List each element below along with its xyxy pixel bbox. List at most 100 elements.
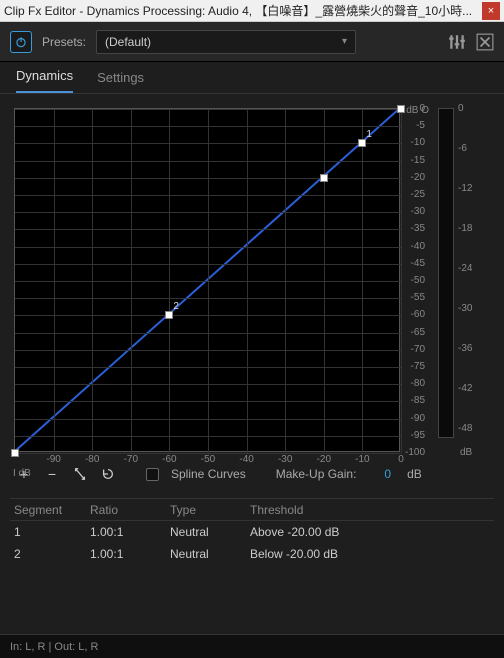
control-point[interactable]: [11, 449, 19, 457]
reset-button[interactable]: [100, 466, 116, 482]
channel-map-button[interactable]: [448, 33, 466, 51]
sliders-icon: [448, 33, 466, 51]
meter-tick-label: -24: [458, 263, 472, 274]
control-point[interactable]: [358, 139, 366, 147]
tab-settings[interactable]: Settings: [97, 70, 144, 93]
grid-line-horizontal: [15, 126, 401, 127]
x-axis-tick-label: -70: [121, 454, 141, 465]
cell-ratio: 1.00:1: [90, 547, 170, 561]
x-axis-tick-label: -80: [82, 454, 102, 465]
meter-track: [438, 108, 454, 438]
grid-line-horizontal: [15, 212, 401, 213]
meter-tick-label: -48: [458, 423, 472, 434]
spline-curves-label: Spline Curves: [171, 467, 246, 481]
effect-toolbar: Presets: (Default) ▾: [0, 22, 504, 62]
y-axis-tick-label: -75: [401, 361, 425, 372]
cell-threshold: Below -20.00 dB: [250, 547, 494, 561]
preset-dropdown[interactable]: (Default) ▾: [96, 30, 356, 54]
grid-line-horizontal: [15, 247, 401, 248]
meter-unit-label: dB: [460, 447, 472, 458]
x-axis-tick-label: -60: [159, 454, 179, 465]
window-title: Clip Fx Editor - Dynamics Processing: Au…: [4, 2, 482, 19]
y-axis-tick-label: -55: [401, 292, 425, 303]
y-axis-tick-label: -25: [401, 189, 425, 200]
y-axis-tick-label: -95: [401, 430, 425, 441]
control-point[interactable]: [397, 105, 405, 113]
meter-tick-label: -42: [458, 383, 472, 394]
control-point-label: 1: [366, 129, 372, 140]
grid-line-horizontal: [15, 350, 401, 351]
grid-line-horizontal: [15, 264, 401, 265]
meter-tick-label: -6: [458, 143, 467, 154]
y-axis-tick-label: -80: [401, 378, 425, 389]
cell-segment: 1: [10, 525, 90, 539]
dynamics-graph[interactable]: dB O I dB -90-80-70-60-50-40-30-20-1000-…: [14, 108, 400, 452]
reset-icon: [101, 467, 115, 481]
grid-line-horizontal: [15, 161, 401, 162]
minus-icon: −: [48, 466, 56, 482]
io-status: In: L, R | Out: L, R: [10, 641, 98, 653]
gain-reduction-meter: 0-6-12-18-24-30-36-42-48 dB: [438, 108, 482, 452]
x-axis-tick-label: -10: [352, 454, 372, 465]
y-axis-tick-label: -40: [401, 241, 425, 252]
grid-line-horizontal: [15, 143, 401, 144]
swap-icon: [73, 467, 87, 481]
cell-ratio: 1.00:1: [90, 525, 170, 539]
y-axis-tick-label: -50: [401, 275, 425, 286]
control-point[interactable]: [165, 311, 173, 319]
y-axis-tick-label: -35: [401, 223, 425, 234]
meter-tick-label: -12: [458, 183, 472, 194]
grid-line-horizontal: [15, 419, 401, 420]
x-axis-tick-label: -50: [198, 454, 218, 465]
cell-type: Neutral: [170, 525, 250, 539]
makeup-gain-unit: dB: [407, 467, 422, 481]
cell-type: Neutral: [170, 547, 250, 561]
cell-segment: 2: [10, 547, 90, 561]
meter-tick-label: -30: [458, 303, 472, 314]
table-row[interactable]: 1 1.00:1 Neutral Above -20.00 dB: [10, 521, 494, 543]
x-axis-tick-label: -90: [44, 454, 64, 465]
control-point[interactable]: [320, 174, 328, 182]
y-axis-tick-label: -90: [401, 413, 425, 424]
table-row[interactable]: 2 1.00:1 Neutral Below -20.00 dB: [10, 543, 494, 565]
grid-line-horizontal: [15, 298, 401, 299]
graph-area: dB O I dB -90-80-70-60-50-40-30-20-1000-…: [0, 94, 504, 456]
remove-point-button[interactable]: −: [44, 466, 60, 482]
input-axis-title: I dB: [13, 468, 31, 479]
window-close-button[interactable]: ×: [482, 2, 500, 20]
y-axis-tick-label: -20: [401, 172, 425, 183]
tab-bar: Dynamics Settings: [0, 62, 504, 94]
spline-curves-checkbox[interactable]: [146, 468, 159, 481]
grid-line-horizontal: [15, 109, 401, 110]
grid-line-horizontal: [15, 178, 401, 179]
window-titlebar: Clip Fx Editor - Dynamics Processing: Au…: [0, 0, 504, 22]
close-panel-button[interactable]: [476, 33, 494, 51]
y-axis-tick-label: -85: [401, 395, 425, 406]
close-icon: ×: [488, 5, 494, 17]
invert-button[interactable]: [72, 466, 88, 482]
control-point-label: 2: [173, 301, 179, 312]
grid-line-horizontal: [15, 229, 401, 230]
y-axis-tick-label: -10: [401, 137, 425, 148]
makeup-gain-value[interactable]: 0: [384, 467, 391, 481]
grid-line-horizontal: [15, 195, 401, 196]
header-ratio: Ratio: [90, 503, 170, 517]
y-axis-tick-label: -5: [401, 120, 425, 131]
grid-line-horizontal: [15, 281, 401, 282]
presets-label: Presets:: [42, 35, 86, 49]
y-axis-tick-label: -65: [401, 327, 425, 338]
grid-line-horizontal: [15, 333, 401, 334]
segments-table: Segment Ratio Type Threshold 1 1.00:1 Ne…: [10, 498, 494, 565]
grid-line-horizontal: [15, 453, 401, 454]
header-threshold: Threshold: [250, 503, 494, 517]
cell-threshold: Above -20.00 dB: [250, 525, 494, 539]
makeup-gain-label: Make-Up Gain:: [276, 467, 357, 481]
power-toggle-button[interactable]: [10, 31, 32, 53]
tab-dynamics[interactable]: Dynamics: [16, 68, 73, 93]
preset-value: (Default): [105, 35, 151, 49]
y-axis-tick-label: -70: [401, 344, 425, 355]
table-header-row: Segment Ratio Type Threshold: [10, 499, 494, 521]
x-axis-tick-label: -40: [237, 454, 257, 465]
meter-tick-label: -36: [458, 343, 472, 354]
grid-line-horizontal: [15, 315, 401, 316]
